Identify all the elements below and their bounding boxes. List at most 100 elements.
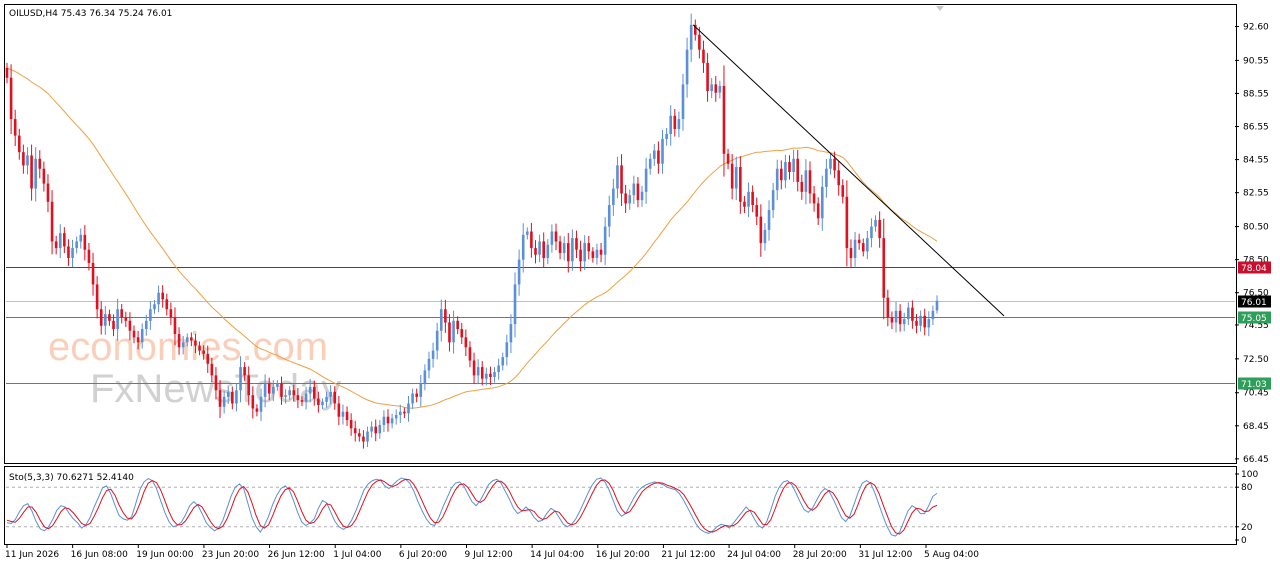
time-tick-label: 23 Jun 20:00 <box>202 550 259 560</box>
price-tick-label: 80.50 <box>1243 223 1269 233</box>
candle-body <box>181 342 185 348</box>
candle-body <box>915 320 918 326</box>
time-tick-label: 28 Jul 20:00 <box>793 550 847 560</box>
time-tick-label: 6 Jul 20:00 <box>399 550 448 560</box>
candle-body <box>263 383 267 397</box>
candle-body <box>120 309 124 318</box>
candle-body <box>505 342 509 358</box>
candle-body <box>194 340 197 346</box>
candle-body <box>42 168 46 184</box>
candle-body <box>689 24 693 50</box>
candle-body <box>464 337 468 348</box>
candle-body <box>558 241 562 254</box>
candle-body <box>333 391 337 404</box>
symbol-header: OILUSD,H4 75.43 76.34 75.24 76.01 <box>9 9 172 19</box>
candle-body <box>607 205 611 227</box>
candle-body <box>95 284 99 310</box>
scroll-marker-icon[interactable] <box>936 6 944 11</box>
candle-body <box>685 49 689 85</box>
candle-body <box>902 319 906 325</box>
candle-body <box>874 219 877 227</box>
candle-body <box>526 231 529 235</box>
candle-body <box>394 415 398 419</box>
candle-body <box>628 195 632 204</box>
candle-body <box>206 353 210 364</box>
candle-body <box>796 158 800 182</box>
candle-body <box>620 165 623 194</box>
candle-body <box>104 314 107 326</box>
candle-body <box>698 34 701 50</box>
candle-body <box>271 386 275 394</box>
candle-body <box>210 363 214 376</box>
candle-body <box>927 319 931 328</box>
candle-body <box>657 150 660 164</box>
candle-body <box>411 393 414 404</box>
candle-body <box>759 216 763 244</box>
price-chart[interactable]: economies.com FxNewsToday 92.6090.5588.5… <box>0 0 1280 567</box>
candle-body <box>550 231 554 245</box>
candle-body <box>431 350 435 359</box>
candle-body <box>255 408 259 412</box>
candle-body <box>739 167 742 202</box>
candle-body <box>546 244 550 258</box>
candle-body <box>857 239 861 244</box>
candle-body <box>321 401 324 406</box>
candle-body <box>407 403 410 414</box>
candle-body <box>931 310 935 320</box>
candle-body <box>75 241 78 249</box>
candle-body <box>345 411 349 421</box>
candle-body <box>46 183 50 202</box>
candle-body <box>247 375 251 396</box>
candle-body <box>399 411 402 416</box>
candle-body <box>415 393 418 397</box>
candle-body <box>919 315 922 326</box>
candle-body <box>17 135 21 153</box>
candle-body <box>460 329 464 338</box>
candle-body <box>202 350 205 354</box>
stochastic-signal-line <box>6 478 938 535</box>
candle-body <box>800 181 804 192</box>
candle-body <box>325 396 328 402</box>
candle-body <box>169 309 173 318</box>
candle-body <box>165 299 169 310</box>
candle-body <box>444 309 447 323</box>
candle-body <box>177 334 181 348</box>
candle-body <box>239 367 242 391</box>
candle-body <box>485 373 488 379</box>
candle-body <box>83 234 87 250</box>
candle-body <box>575 238 578 250</box>
candle-body <box>288 390 291 396</box>
candle-body <box>50 201 54 242</box>
candle-body <box>190 337 193 341</box>
candle-body <box>661 138 664 164</box>
candle-body <box>312 386 316 399</box>
candle-body <box>304 393 308 402</box>
candle-body <box>870 226 873 239</box>
oscillator-tick-label: 0 <box>1241 536 1247 546</box>
candle-body <box>513 284 517 325</box>
candle-body <box>144 320 148 330</box>
candle-body <box>218 390 222 407</box>
candle-body <box>566 243 570 262</box>
candle-body <box>235 390 238 404</box>
time-tick-label: 31 Jul 12:00 <box>858 550 912 560</box>
candle-body <box>374 426 378 434</box>
candle-body <box>30 155 33 189</box>
candle-body <box>718 86 722 93</box>
price-tick-label: 68.45 <box>1243 422 1269 432</box>
candle-body <box>673 115 677 130</box>
candle-body <box>497 365 500 373</box>
candle-body <box>542 241 545 258</box>
candle-body <box>349 420 353 429</box>
candle-body <box>804 170 808 192</box>
candle-body <box>771 190 775 211</box>
candle-body <box>521 234 525 260</box>
candle-body <box>501 357 505 366</box>
candle-body <box>923 315 927 328</box>
candle-body <box>878 219 881 239</box>
candle-body <box>640 191 644 201</box>
candle-body <box>624 193 627 204</box>
candle-body <box>419 383 423 397</box>
candle-body <box>63 233 66 247</box>
candle-body <box>845 196 849 249</box>
